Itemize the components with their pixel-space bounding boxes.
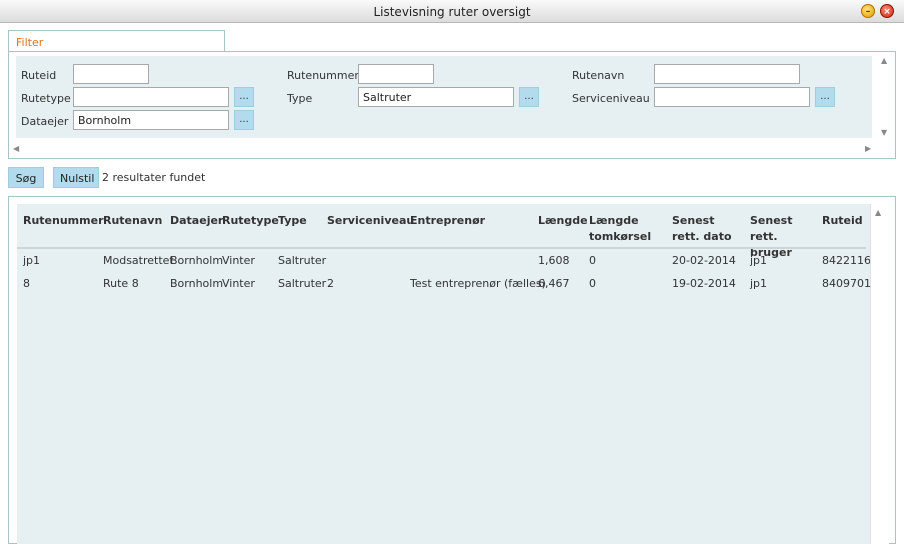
type-picker-button[interactable]: ... bbox=[519, 87, 539, 107]
dataejer-picker-button[interactable]: ... bbox=[234, 110, 254, 130]
column-header-ruteid[interactable]: Ruteid bbox=[822, 213, 863, 229]
cell-senest-dato: 19-02-2014 bbox=[672, 277, 736, 290]
column-header-laengde-tomkorsel[interactable]: Længde tomkørsel bbox=[589, 213, 655, 245]
cell-dataejer: Bornholm bbox=[170, 277, 224, 290]
rutetype-input[interactable] bbox=[73, 87, 229, 107]
cell-entreprenor: Test entreprenør (fælles) bbox=[410, 277, 546, 290]
column-header-dataejer[interactable]: Dataejer bbox=[170, 213, 223, 229]
results-table: Rutenummer Rutenavn Dataejer Rutetype Ty… bbox=[17, 204, 878, 544]
column-header-senest-dato[interactable]: Senest rett. dato bbox=[672, 213, 744, 245]
scroll-left-icon[interactable]: ◀ bbox=[13, 144, 19, 153]
ruteid-label: Ruteid bbox=[21, 69, 57, 82]
scroll-right-icon[interactable]: ▶ bbox=[865, 144, 871, 153]
window-title: Listevisning ruter oversigt bbox=[373, 5, 531, 19]
cell-serviceniveau: 2 bbox=[327, 277, 334, 290]
column-header-serviceniveau[interactable]: Serviceniveau bbox=[327, 213, 414, 229]
cell-rutenavn: Modsatrettet bbox=[103, 254, 174, 267]
cell-laengde: 1,608 bbox=[538, 254, 570, 267]
cell-rutenummer: 8 bbox=[23, 277, 30, 290]
cell-senest-dato: 20-02-2014 bbox=[672, 254, 736, 267]
rutetype-picker-button[interactable]: ... bbox=[234, 87, 254, 107]
type-input[interactable] bbox=[358, 87, 514, 107]
scroll-down-icon[interactable]: ▼ bbox=[881, 128, 887, 137]
cell-senest-bruger: jp1 bbox=[750, 277, 768, 290]
cell-dataejer: Bornholm bbox=[170, 254, 224, 267]
type-label: Type bbox=[287, 92, 313, 105]
scroll-up-icon[interactable]: ▲ bbox=[875, 208, 881, 217]
column-header-rutetype[interactable]: Rutetype bbox=[222, 213, 279, 229]
cell-type: Saltruter bbox=[278, 277, 327, 290]
rutenavn-label: Rutenavn bbox=[572, 69, 625, 82]
ruteid-input[interactable] bbox=[73, 64, 149, 84]
cell-rutetype: Vinter bbox=[222, 277, 255, 290]
rutetype-label: Rutetype bbox=[21, 92, 71, 105]
filter-form: Ruteid Rutenummer Rutenavn Rutetype ... … bbox=[16, 56, 872, 138]
dataejer-input[interactable] bbox=[73, 110, 229, 130]
close-icon[interactable]: × bbox=[880, 4, 894, 18]
cell-rutenummer: jp1 bbox=[23, 254, 41, 267]
filter-panel: Ruteid Rutenummer Rutenavn Rutetype ... … bbox=[8, 51, 896, 159]
serviceniveau-label: Serviceniveau bbox=[572, 92, 650, 105]
cell-laengde-tomkorsel: 0 bbox=[589, 277, 596, 290]
search-button[interactable]: Søg bbox=[8, 167, 44, 188]
cell-ruteid: 8422116 bbox=[822, 254, 871, 267]
title-bar: Listevisning ruter oversigt – × bbox=[0, 0, 904, 23]
result-count: 2 resultater fundet bbox=[102, 171, 206, 184]
filter-vertical-scrollbar[interactable]: ▲ ▼ bbox=[879, 56, 891, 140]
reset-button[interactable]: Nulstil bbox=[53, 167, 99, 188]
results-vertical-scrollbar[interactable]: ▲ bbox=[870, 204, 889, 544]
cell-type: Saltruter bbox=[278, 254, 327, 267]
column-header-entreprenor[interactable]: Entreprenør bbox=[410, 213, 485, 229]
scroll-up-icon[interactable]: ▲ bbox=[881, 56, 887, 65]
tab-filter[interactable]: Filter bbox=[8, 30, 225, 52]
serviceniveau-picker-button[interactable]: ... bbox=[815, 87, 835, 107]
cell-laengde: 6,467 bbox=[538, 277, 570, 290]
serviceniveau-input[interactable] bbox=[654, 87, 810, 107]
cell-ruteid: 8409701 bbox=[822, 277, 871, 290]
rutenavn-input[interactable] bbox=[654, 64, 800, 84]
cell-rutenavn: Rute 8 bbox=[103, 277, 139, 290]
column-header-laengde[interactable]: Længde bbox=[538, 213, 588, 229]
column-header-rutenummer[interactable]: Rutenummer bbox=[23, 213, 104, 229]
rutenummer-input[interactable] bbox=[358, 64, 434, 84]
minimize-icon[interactable]: – bbox=[861, 4, 875, 18]
cell-rutetype: Vinter bbox=[222, 254, 255, 267]
rutenummer-label: Rutenummer bbox=[287, 69, 359, 82]
column-header-rutenavn[interactable]: Rutenavn bbox=[103, 213, 162, 229]
column-header-type[interactable]: Type bbox=[278, 213, 307, 229]
filter-horizontal-scrollbar[interactable]: ◀ ▶ bbox=[13, 144, 877, 156]
cell-senest-bruger: jp1 bbox=[750, 254, 768, 267]
dataejer-label: Dataejer bbox=[21, 115, 69, 128]
cell-laengde-tomkorsel: 0 bbox=[589, 254, 596, 267]
results-panel: Rutenummer Rutenavn Dataejer Rutetype Ty… bbox=[8, 196, 896, 544]
header-divider bbox=[17, 247, 866, 249]
